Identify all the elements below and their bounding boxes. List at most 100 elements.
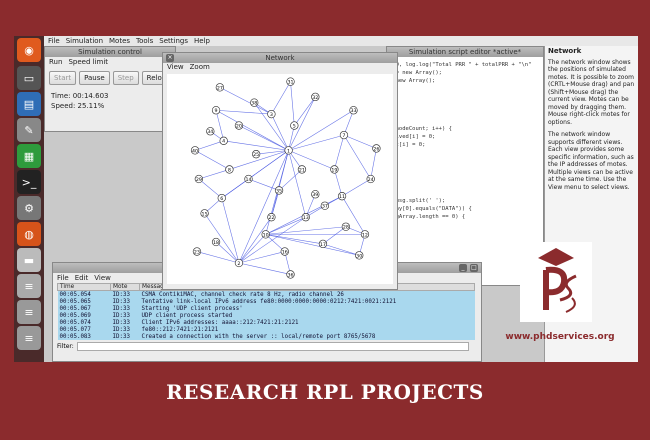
mote-label: 6 (220, 196, 223, 202)
mote-node[interactable]: 28 (341, 222, 351, 231)
settings-icon[interactable]: ⚙ (17, 196, 41, 220)
terminal-icon[interactable]: >_ (17, 170, 41, 194)
table-row[interactable]: 00:05.083 ID:33 Created a connection with … (57, 333, 475, 340)
mote-link (341, 178, 371, 197)
table-row[interactable]: 00:05.054 ID:33 CSMA ContikiMAC, channel c… (57, 290, 475, 298)
text-editor-icon[interactable]: ✎ (17, 118, 41, 142)
mote-node[interactable]: 18 (211, 237, 221, 247)
mote-node[interactable]: 4 (219, 136, 228, 145)
menu-view[interactable]: View (167, 63, 184, 72)
stacked-windows-icon[interactable]: ≡ (17, 300, 41, 324)
document-icon[interactable]: ▤ (17, 92, 41, 116)
mote-node[interactable]: 1 (284, 146, 293, 155)
mote-node[interactable]: 12 (360, 230, 370, 239)
mote-node[interactable]: 6 (217, 193, 226, 203)
mote-node[interactable]: 7 (339, 130, 349, 140)
phd-services-logo (520, 242, 592, 322)
mote-node[interactable]: 14 (244, 174, 253, 184)
mote-node[interactable]: 19 (330, 165, 339, 174)
mote-node[interactable]: 2 (234, 258, 244, 268)
mote-node[interactable]: 26 (372, 144, 381, 153)
step-button[interactable]: Step (112, 71, 139, 85)
mote-node[interactable]: 17 (318, 239, 328, 249)
menu-view[interactable]: View (94, 274, 111, 282)
folder-icon[interactable]: ▭ (17, 66, 41, 90)
menu-speed-limit[interactable]: Speed limit (68, 58, 108, 66)
mote-node[interactable]: 30 (355, 251, 364, 260)
mote-node[interactable]: 39 (311, 190, 320, 199)
mote-node[interactable]: 11 (337, 192, 347, 201)
mote-node[interactable]: 20 (234, 121, 244, 130)
mote-node[interactable]: 10 (261, 230, 270, 239)
mote-node[interactable]: 9 (211, 106, 221, 115)
firefox-icon[interactable]: ◍ (17, 222, 41, 246)
mote-node[interactable]: 25 (251, 150, 261, 159)
table-row[interactable]: 00:05.069 ID:33 UDP client process started (57, 312, 475, 319)
column-header-mote[interactable]: Mote (110, 283, 140, 291)
stacked-windows-icon[interactable]: ≡ (17, 326, 41, 350)
mote-node[interactable]: 21 (297, 165, 307, 174)
mote-node[interactable]: 32 (311, 92, 320, 102)
menu-file[interactable]: File (57, 274, 69, 282)
menu-zoom[interactable]: Zoom (190, 63, 210, 72)
mote-node[interactable]: 35 (274, 186, 284, 195)
cell-message: fe80::212:7421:21:2121 (139, 326, 475, 333)
column-header-time[interactable]: Time (57, 283, 111, 291)
mote-node[interactable]: 15 (200, 209, 209, 218)
mote-node[interactable]: 3 (267, 109, 276, 119)
mote-node[interactable]: 40 (190, 146, 200, 155)
menu-file[interactable]: File (48, 37, 60, 45)
close-icon[interactable]: × (166, 54, 174, 62)
start-button[interactable]: Start (49, 71, 77, 85)
app-launcher: ◉ ▭ ▤ ✎ ▦ >_ ⚙ ◍ ▬ ≡ ≡ ≡ (14, 36, 44, 362)
table-row[interactable]: 00:05.074 ID:33 Client IPv6 addresses: aaa… (57, 319, 475, 326)
mote-label: 24 (368, 177, 374, 183)
minimize-icon[interactable]: _ (459, 264, 467, 272)
mote-node[interactable]: 36 (286, 270, 295, 279)
mote-node[interactable]: 37 (320, 201, 330, 210)
ubuntu-icon[interactable]: ◉ (17, 38, 41, 62)
maximize-icon[interactable]: □ (470, 264, 478, 272)
mote-node[interactable]: 33 (349, 106, 358, 115)
menu-settings[interactable]: Settings (159, 37, 188, 45)
table-row[interactable]: 00:05.077 ID:33 fe80::212:7421:21:2121 (57, 326, 475, 333)
mote-label: 25 (253, 152, 259, 158)
menu-run[interactable]: Run (49, 58, 62, 66)
mote-node[interactable]: 38 (250, 98, 259, 107)
mote-node[interactable]: 24 (366, 174, 375, 184)
network-canvas[interactable]: 1234567891011121314151617181920212223242… (167, 74, 393, 284)
cell-time: 00:05.077 (57, 326, 111, 333)
cell-message: Starting 'UDP client process' (139, 305, 475, 312)
table-row[interactable]: 00:05.065 ID:33 Tentative link-local IPv6 … (57, 298, 475, 305)
cell-mote: ID:33 (110, 333, 140, 340)
mote-label: 1 (287, 148, 290, 154)
mote-label: 2 (237, 261, 240, 267)
mote-node[interactable]: 16 (280, 247, 289, 256)
menu-tools[interactable]: Tools (136, 37, 153, 45)
menu-simulation[interactable]: Simulation (66, 37, 103, 45)
menu-help[interactable]: Help (194, 37, 210, 45)
mote-node[interactable]: 23 (192, 247, 202, 256)
mote-node[interactable]: 34 (206, 127, 215, 136)
mote-node[interactable]: 5 (290, 121, 299, 130)
pause-button[interactable]: Pause (79, 71, 110, 85)
menu-edit[interactable]: Edit (75, 274, 89, 282)
spreadsheet-icon[interactable]: ▦ (17, 144, 41, 168)
window-title: Simulation control (45, 47, 175, 57)
mote-label: 16 (282, 249, 288, 255)
filter-input[interactable] (76, 342, 469, 351)
mote-node[interactable]: 8 (225, 165, 234, 174)
mote-node[interactable]: 22 (267, 213, 276, 222)
mote-node[interactable]: 27 (215, 83, 225, 92)
cell-mote: ID:33 (110, 312, 140, 319)
menu-motes[interactable]: Motes (109, 37, 130, 45)
mote-node[interactable]: 31 (286, 77, 295, 86)
mote-label: 27 (217, 85, 223, 91)
table-row[interactable]: 00:05.067 ID:33 Starting 'UDP client proce… (57, 305, 475, 312)
mote-node[interactable]: 29 (194, 174, 204, 184)
stacked-windows-icon[interactable]: ≡ (17, 274, 41, 298)
drive-icon[interactable]: ▬ (17, 248, 41, 272)
mote-node[interactable]: 13 (301, 213, 310, 222)
mote-label: 30 (356, 253, 362, 259)
mote-label: 19 (331, 167, 337, 173)
